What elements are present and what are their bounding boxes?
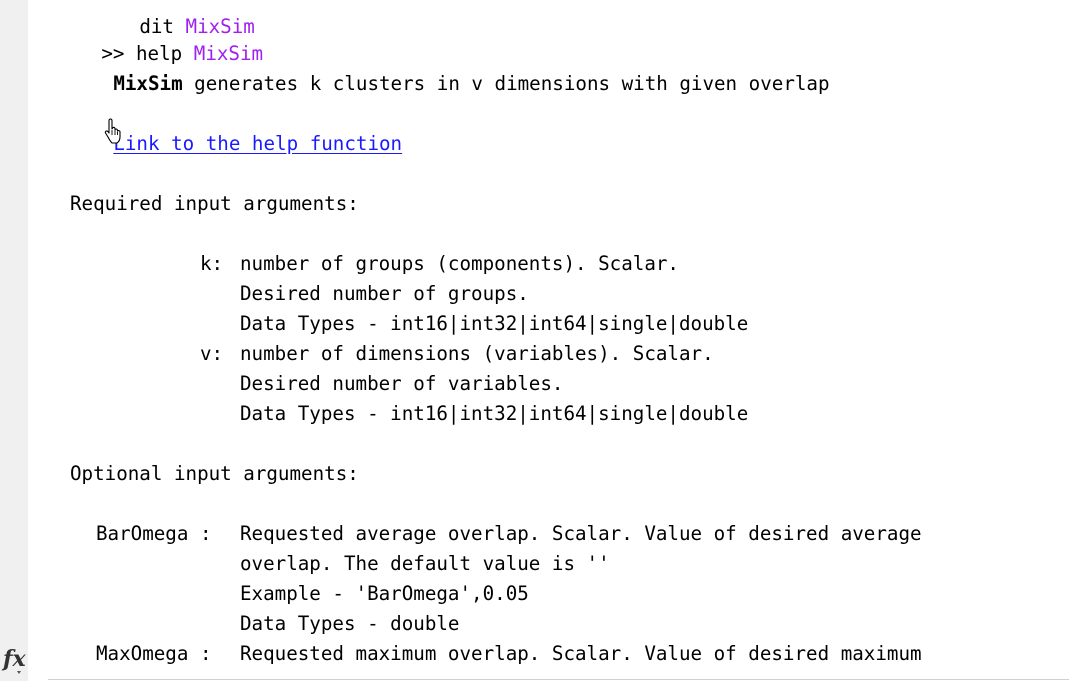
- fx-icon[interactable]: fx: [3, 646, 26, 672]
- arg-maxomega-label: MaxOmega :: [96, 642, 212, 665]
- arg-baromega-line-1: Requested average overlap. Scalar. Value…: [240, 522, 922, 545]
- arg-k-line-1: number of groups (components). Scalar.: [240, 252, 679, 275]
- help-function-link[interactable]: Link to the help function: [113, 132, 402, 155]
- help-summary-line: MixSim generates k clusters in v dimensi…: [44, 39, 829, 95]
- optional-args-header: Optional input arguments:: [70, 462, 359, 485]
- arg-v-label: v:: [200, 342, 224, 365]
- function-name: MixSim: [113, 72, 183, 95]
- arg-maxomega-line-1: Requested maximum overlap. Scalar. Value…: [240, 642, 922, 665]
- left-gutter: [0, 0, 28, 681]
- hand-pointer-icon: [104, 118, 121, 144]
- arg-k-line-3: Data Types - int16|int32|int64|single|do…: [240, 312, 749, 335]
- arg-baromega-line-2: overlap. The default value is '': [240, 552, 610, 575]
- arg-k-line-2: Desired number of groups.: [240, 282, 529, 305]
- arg-baromega-line-4: Data Types - double: [240, 612, 460, 635]
- console-output[interactable]: dit MixSim >> help MixSim MixSim generat…: [28, 0, 1069, 681]
- arg-v-line-1: number of dimensions (variables). Scalar…: [240, 342, 714, 365]
- required-args-header: Required input arguments:: [70, 192, 359, 215]
- command-prompt-line: >> help MixSim: [32, 9, 263, 65]
- arg-v-line-3: Data Types - int16|int32|int64|single|do…: [240, 402, 749, 425]
- fx-dropdown-caret-icon[interactable]: [17, 671, 21, 674]
- arg-baromega-label: BarOmega :: [96, 522, 212, 545]
- arg-k-label: k:: [200, 252, 224, 275]
- arg-baromega-line-3: Example - 'BarOmega',0.05: [240, 582, 529, 605]
- arg-v-line-2: Desired number of variables.: [240, 372, 564, 395]
- summary-text: generates k clusters in v dimensions wit…: [182, 72, 830, 95]
- matlab-command-window: dit MixSim >> help MixSim MixSim generat…: [0, 0, 1069, 681]
- help-link-line: Link to the help function: [44, 99, 402, 155]
- command-line-divider: [48, 679, 1069, 680]
